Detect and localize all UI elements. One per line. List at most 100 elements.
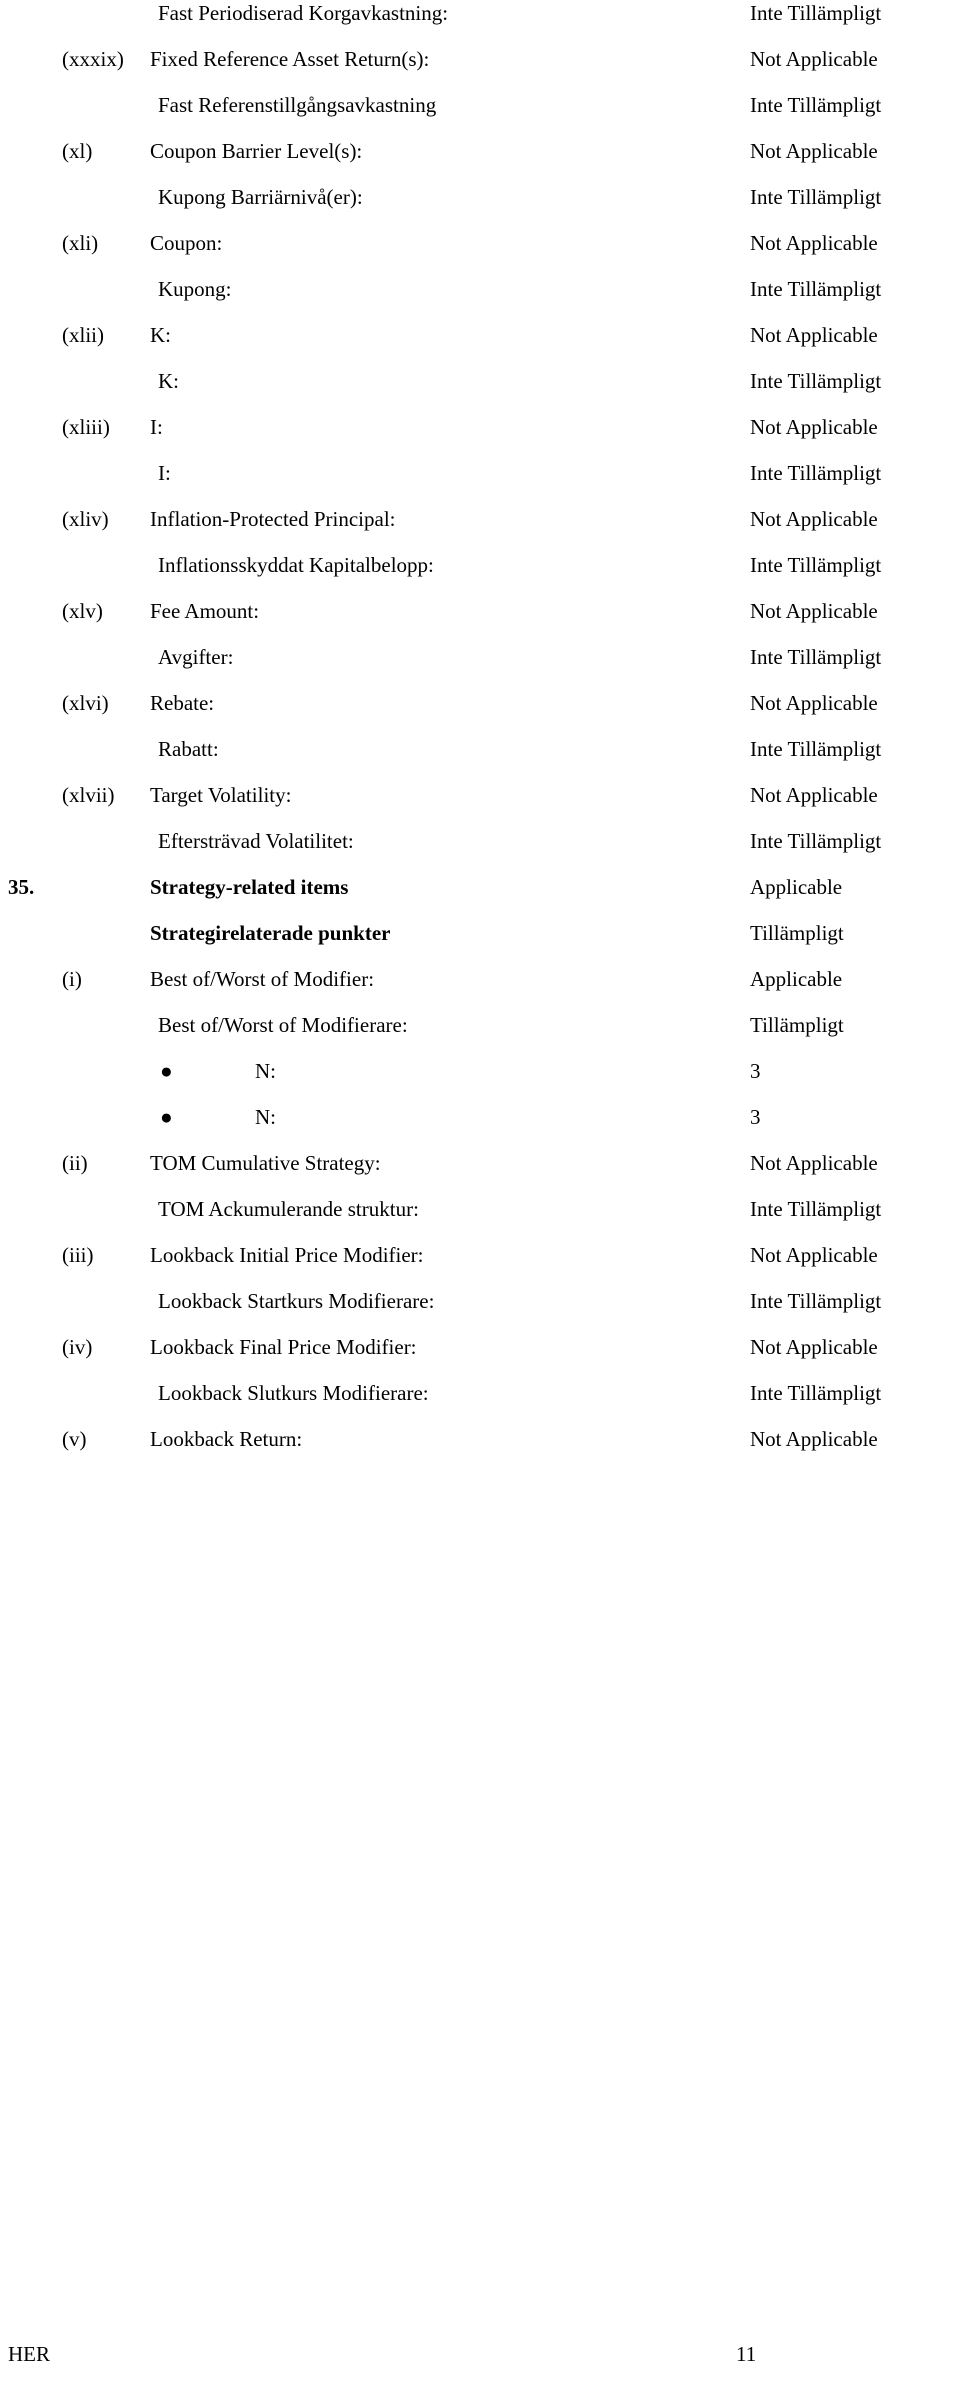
row-label: Lookback Return: (150, 1427, 303, 1451)
term-row: (xlii) K: Not Applicable (0, 322, 960, 368)
section-row: Strategirelaterade punkter Tillämpligt (0, 920, 960, 966)
row-label: Fixed Reference Asset Return(s): (150, 47, 430, 71)
row-value: Inte Tillämpligt (750, 369, 882, 393)
row-number: (xliii) (62, 415, 110, 439)
row-label: Fast Referenstillgångsavkastning (158, 93, 437, 117)
row-value: Inte Tillämpligt (750, 1197, 882, 1221)
row-value: Not Applicable (750, 691, 878, 715)
row-value: Inte Tillämpligt (750, 1, 882, 25)
row-label: Inflation-Protected Principal: (150, 507, 396, 531)
row-value: Inte Tillämpligt (750, 553, 882, 577)
term-sheet-rows: Fast Periodiserad Korgavkastning: Inte Ti… (0, 0, 960, 1472)
document-page: Fast Periodiserad Korgavkastning: Inte Ti… (0, 0, 960, 2391)
term-row: (xli) Coupon: Not Applicable (0, 230, 960, 276)
term-row: (ii) TOM Cumulative Strategy: Not Applicab… (0, 1150, 960, 1196)
row-label: I: (158, 461, 171, 485)
term-row: (v) Lookback Return: Not Applicable (0, 1426, 960, 1472)
row-label: N: (255, 1059, 276, 1083)
row-value: 3 (750, 1059, 761, 1083)
row-number: (v) (62, 1427, 87, 1451)
row-value: Inte Tillämpligt (750, 185, 882, 209)
term-row: Fast Referenstillgångsavkastning Inte Til… (0, 92, 960, 138)
row-value: Not Applicable (750, 323, 878, 347)
term-row: (xlvii) Target Volatility: Not Applicable (0, 782, 960, 828)
bullet-row: ● N: 3 (0, 1104, 960, 1150)
footer-left-label: HER (8, 2342, 50, 2366)
row-label: Fee Amount: (150, 599, 260, 623)
row-value: Not Applicable (750, 1243, 878, 1267)
row-label: Lookback Startkurs Modifierare: (158, 1289, 435, 1313)
row-value: Not Applicable (750, 231, 878, 255)
row-number: (xlii) (62, 323, 104, 347)
bullet-icon: ● (160, 1105, 173, 1129)
row-number: (i) (62, 967, 82, 991)
row-value: Inte Tillämpligt (750, 461, 882, 485)
row-number: 35. (8, 875, 35, 899)
row-label: Coupon Barrier Level(s): (150, 139, 363, 163)
row-label: Kupong Barriärnivå(er): (158, 185, 363, 209)
term-row: Kupong Barriärnivå(er): Inte Tillämpligt (0, 184, 960, 230)
row-label: Rebate: (150, 691, 215, 715)
term-row: TOM Ackumulerande struktur: Inte Tillämpl… (0, 1196, 960, 1242)
bullet-icon: ● (160, 1059, 173, 1083)
row-label: Strategy-related items (150, 875, 349, 899)
term-row: Inflationsskyddat Kapitalbelopp: Inte Til… (0, 552, 960, 598)
row-number: (xli) (62, 231, 99, 255)
row-value: Applicable (750, 875, 843, 899)
row-label: Eftersträvad Volatilitet: (158, 829, 354, 853)
term-row: Fast Periodiserad Korgavkastning: Inte Ti… (0, 0, 960, 46)
row-label: Best of/Worst of Modifierare: (158, 1013, 408, 1037)
row-label: Strategirelaterade punkter (150, 921, 391, 945)
term-row: (iv) Lookback Final Price Modifier: Not Ap… (0, 1334, 960, 1380)
row-label: N: (255, 1105, 276, 1129)
term-row: K: Inte Tillämpligt (0, 368, 960, 414)
row-label: Coupon: (150, 231, 223, 255)
row-value: Not Applicable (750, 1427, 878, 1451)
row-label: Lookback Slutkurs Modifierare: (158, 1381, 429, 1405)
row-label: Best of/Worst of Modifier: (150, 967, 375, 991)
row-number: (xliv) (62, 507, 109, 531)
row-value: Inte Tillämpligt (750, 737, 882, 761)
row-value: Not Applicable (750, 47, 878, 71)
row-value: Not Applicable (750, 507, 878, 531)
row-label: Lookback Initial Price Modifier: (150, 1243, 424, 1267)
footer-page-number: 11 (736, 2342, 757, 2366)
row-number: (ii) (62, 1151, 88, 1175)
row-label: TOM Ackumulerande struktur: (158, 1197, 419, 1221)
row-value: Tillämpligt (750, 1013, 844, 1037)
term-row: (xxxix) Fixed Reference Asset Return(s): N… (0, 46, 960, 92)
row-value: Inte Tillämpligt (750, 93, 882, 117)
term-row: (xlvi) Rebate: Not Applicable (0, 690, 960, 736)
row-number: (xlvi) (62, 691, 109, 715)
row-label: Kupong: (158, 277, 232, 301)
row-label: I: (150, 415, 163, 439)
row-label: Avgifter: (158, 645, 234, 669)
term-row: Lookback Startkurs Modifierare: Inte Till… (0, 1288, 960, 1334)
row-number: (iv) (62, 1335, 93, 1359)
row-value: Not Applicable (750, 139, 878, 163)
row-value: Inte Tillämpligt (750, 1289, 882, 1313)
row-label: K: (150, 323, 171, 347)
term-row: (xlv) Fee Amount: Not Applicable (0, 598, 960, 644)
row-value: Inte Tillämpligt (750, 829, 882, 853)
row-number: (xlvii) (62, 783, 115, 807)
row-value: Applicable (750, 967, 843, 991)
term-row: Lookback Slutkurs Modifierare: Inte Tillä… (0, 1380, 960, 1426)
row-value: Inte Tillämpligt (750, 1381, 882, 1405)
row-number: (iii) (62, 1243, 94, 1267)
term-row: Kupong: Inte Tillämpligt (0, 276, 960, 322)
term-row: Rabatt: Inte Tillämpligt (0, 736, 960, 782)
term-row: Best of/Worst of Modifierare: Tillämpligt (0, 1012, 960, 1058)
row-number: (xl) (62, 139, 93, 163)
row-value: Inte Tillämpligt (750, 277, 882, 301)
term-row: (xliv) Inflation-Protected Principal: Not … (0, 506, 960, 552)
term-row: (xl) Coupon Barrier Level(s): Not Applicab… (0, 138, 960, 184)
row-value: Not Applicable (750, 1335, 878, 1359)
bullet-row: ● N: 3 (0, 1058, 960, 1104)
term-row: (iii) Lookback Initial Price Modifier: Not… (0, 1242, 960, 1288)
row-value: 3 (750, 1105, 761, 1129)
row-label: Rabatt: (158, 737, 219, 761)
term-row: I: Inte Tillämpligt (0, 460, 960, 506)
row-label: Fast Periodiserad Korgavkastning: (158, 1, 449, 25)
row-number: (xlv) (62, 599, 103, 623)
